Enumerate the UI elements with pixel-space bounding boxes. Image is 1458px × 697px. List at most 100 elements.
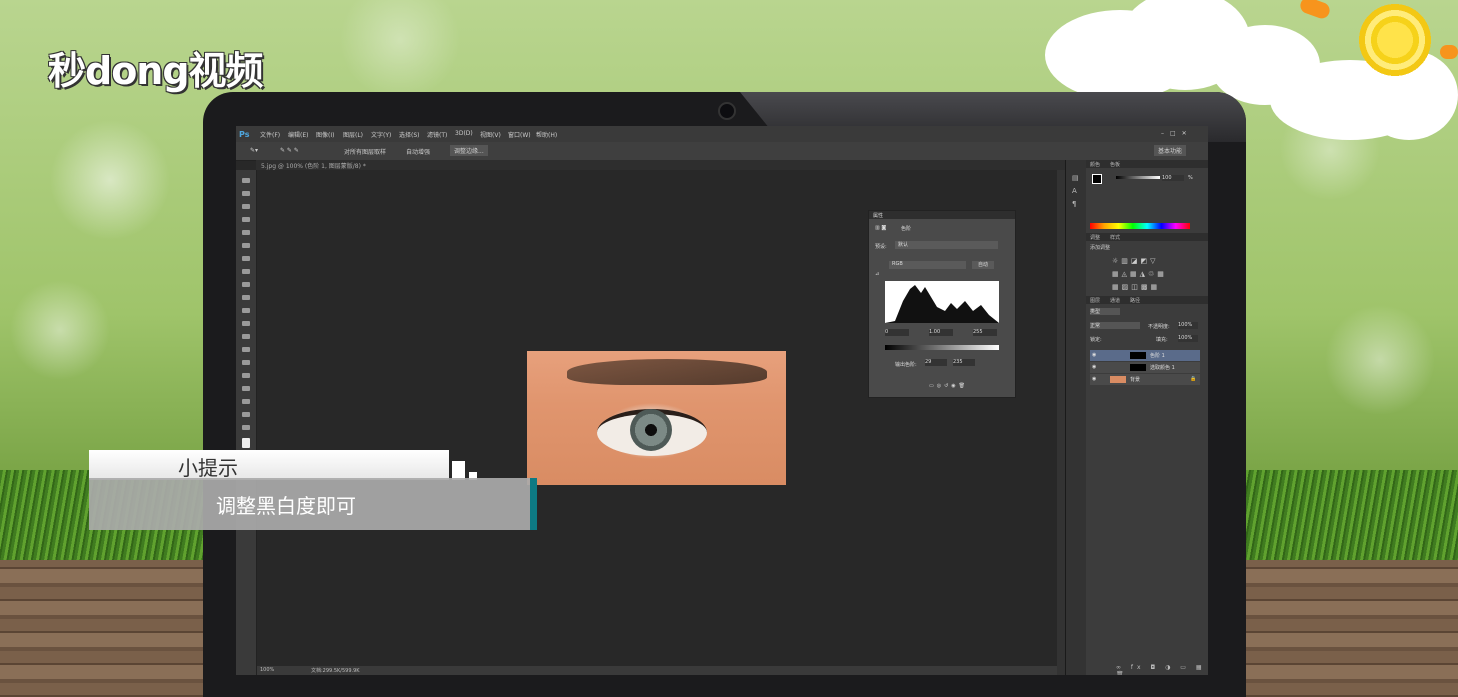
output-levels-label: 输出色阶: bbox=[895, 362, 917, 368]
pen-tool[interactable] bbox=[242, 360, 250, 365]
color-unit: % bbox=[1188, 175, 1193, 181]
visibility-eye-icon[interactable]: ◉ bbox=[1092, 352, 1096, 358]
menu-item[interactable]: 图层(L) bbox=[343, 130, 363, 139]
menu-item[interactable]: 选择(S) bbox=[399, 130, 420, 139]
eyedropper-icons[interactable]: ⊿ bbox=[875, 271, 879, 277]
color-spectrum[interactable] bbox=[1090, 223, 1190, 229]
auto-button[interactable]: 自动 bbox=[972, 261, 994, 269]
blur-tool[interactable] bbox=[242, 334, 250, 339]
brush-tool-icon[interactable]: ✎▾ bbox=[250, 147, 258, 154]
layers-footer-icons[interactable]: ∞ fx ◘ ◑ ▭ ▦ 🗑 bbox=[1116, 664, 1208, 675]
tab-adjustments[interactable]: 调整 bbox=[1090, 234, 1100, 241]
preset-select[interactable]: 默认 bbox=[895, 241, 998, 249]
tab-styles[interactable]: 样式 bbox=[1110, 234, 1120, 241]
eraser-tool[interactable] bbox=[242, 308, 250, 313]
eyebrow bbox=[567, 359, 767, 385]
crop-tool[interactable] bbox=[242, 230, 250, 235]
history-brush-tool[interactable] bbox=[242, 295, 250, 300]
adjustment-icons[interactable]: ☼▥◪◩▽ ▦◬▦◮♲▦ ▦▨◫▩▦ bbox=[1112, 255, 1167, 294]
workspace-select[interactable]: 基本功能 bbox=[1154, 145, 1187, 156]
menu-item[interactable]: 文件(F) bbox=[260, 130, 280, 139]
menu-item[interactable]: 滤镜(T) bbox=[427, 130, 447, 139]
color-slider[interactable] bbox=[1116, 176, 1160, 179]
zoom-tool[interactable] bbox=[242, 425, 250, 430]
input-white[interactable]: 255 bbox=[973, 329, 997, 336]
layer-row[interactable]: ◉ 色阶 1 bbox=[1090, 350, 1200, 361]
properties-title: 属性 bbox=[873, 213, 884, 219]
stamp-tool[interactable] bbox=[242, 282, 250, 287]
tab-paths[interactable]: 路径 bbox=[1130, 297, 1140, 304]
output-white[interactable]: 235 bbox=[953, 359, 975, 366]
tip-text: 调整黑白度即可 bbox=[216, 494, 356, 518]
properties-titlebar: 属性 bbox=[869, 211, 1015, 219]
auto-enhance-checkbox[interactable]: 自动增强 bbox=[406, 147, 430, 156]
eyedropper-tool[interactable] bbox=[242, 243, 250, 248]
path-selection-tool[interactable] bbox=[242, 386, 250, 391]
lasso-tool[interactable] bbox=[242, 204, 250, 209]
lock-icon: 🔒 bbox=[1190, 376, 1197, 382]
menu-item[interactable]: 图像(I) bbox=[316, 130, 334, 139]
menu-item[interactable]: 窗口(W) bbox=[508, 130, 531, 139]
input-gamma[interactable]: 1.00 bbox=[929, 329, 953, 336]
refine-edge-button[interactable]: 调整边缘... bbox=[450, 145, 488, 156]
color-value[interactable]: 100 bbox=[1162, 175, 1184, 181]
eye-iris bbox=[630, 409, 672, 451]
menu-item[interactable]: 视图(V) bbox=[480, 130, 501, 139]
menu-item[interactable]: 编辑(E) bbox=[288, 130, 308, 139]
layer-row[interactable]: ◉ 背景 🔒 bbox=[1090, 374, 1200, 385]
zoom-level[interactable]: 100% bbox=[260, 667, 274, 673]
move-tool[interactable] bbox=[242, 178, 250, 183]
tools-panel bbox=[236, 170, 257, 675]
window-controls[interactable]: –□✕ bbox=[1161, 130, 1193, 137]
dock-icons[interactable]: ▤ A ¶ bbox=[1072, 172, 1079, 211]
visibility-eye-icon[interactable]: ◉ bbox=[1092, 364, 1096, 370]
layer-filter-select[interactable]: 类型 bbox=[1090, 308, 1120, 315]
input-black[interactable]: 0 bbox=[885, 329, 909, 336]
vertical-scrollbar[interactable] bbox=[1057, 170, 1065, 675]
output-black[interactable]: 29 bbox=[925, 359, 947, 366]
sample-all-layers-checkbox[interactable]: 对所有图层取样 bbox=[344, 147, 386, 156]
layer-name: 色阶 1 bbox=[1150, 353, 1165, 359]
adjustments-panel-tabs: 调整 样式 bbox=[1086, 233, 1208, 241]
gradient-tool[interactable] bbox=[242, 321, 250, 326]
tab-channels[interactable]: 通道 bbox=[1110, 297, 1120, 304]
healing-tool[interactable] bbox=[242, 256, 250, 261]
layer-name: 选取颜色 1 bbox=[1150, 365, 1175, 371]
menu-item[interactable]: 帮助(H) bbox=[536, 130, 557, 139]
tab-layers[interactable]: 图层 bbox=[1090, 297, 1100, 304]
sun-icon bbox=[1355, 0, 1435, 80]
eye-photo[interactable] bbox=[527, 351, 786, 485]
dodge-tool[interactable] bbox=[242, 347, 250, 352]
status-bar: 100% 文档:299.5K/599.9K bbox=[257, 666, 1057, 675]
visibility-eye-icon[interactable]: ◉ bbox=[1092, 376, 1096, 382]
brush-tool[interactable] bbox=[242, 269, 250, 274]
document-size: 文档:299.5K/599.9K bbox=[311, 668, 360, 674]
selection-mode-icons[interactable]: ✎ ✎ ✎ bbox=[280, 147, 299, 154]
menu-item[interactable]: 文字(Y) bbox=[371, 130, 391, 139]
layer-row[interactable]: ◉ 选取颜色 1 bbox=[1090, 362, 1200, 373]
tab-swatches[interactable]: 色板 bbox=[1110, 161, 1120, 168]
document-tab[interactable]: 5.jpg @ 100% (色阶 1, 图层蒙版/8) * bbox=[261, 161, 366, 170]
shape-tool[interactable] bbox=[242, 399, 250, 404]
output-gradient[interactable] bbox=[885, 345, 999, 350]
quick-selection-tool[interactable] bbox=[242, 217, 250, 222]
channel-select[interactable]: RGB bbox=[889, 261, 966, 269]
fill-input[interactable]: 100% bbox=[1178, 335, 1198, 342]
opacity-label: 不透明度: bbox=[1148, 324, 1170, 330]
opacity-input[interactable]: 100% bbox=[1178, 322, 1198, 329]
blend-mode-select[interactable]: 正常 bbox=[1090, 322, 1140, 329]
marquee-tool[interactable] bbox=[242, 191, 250, 196]
panel-dock: ▤ A ¶ bbox=[1065, 160, 1086, 675]
histogram-graph bbox=[885, 285, 999, 323]
photoshop-window: Ps 文件(F) 编辑(E) 图像(I) 图层(L) 文字(Y) 选择(S) 滤… bbox=[236, 126, 1208, 675]
options-bar: ✎▾ ✎ ✎ ✎ 对所有图层取样 自动增强 调整边缘... 基本功能 bbox=[236, 142, 1208, 161]
foreground-color[interactable] bbox=[1092, 174, 1102, 184]
hand-tool[interactable] bbox=[242, 412, 250, 417]
menu-item[interactable]: 3D(D) bbox=[455, 130, 473, 137]
color-swatches[interactable] bbox=[242, 438, 250, 448]
sun-ray bbox=[1440, 45, 1458, 59]
panel-footer-icons[interactable]: ▭◎↺◉🗑 bbox=[929, 383, 968, 389]
tab-color[interactable]: 颜色 bbox=[1090, 161, 1100, 168]
type-tool[interactable] bbox=[242, 373, 250, 378]
layers-panel-tabs: 图层 通道 路径 bbox=[1086, 296, 1208, 304]
